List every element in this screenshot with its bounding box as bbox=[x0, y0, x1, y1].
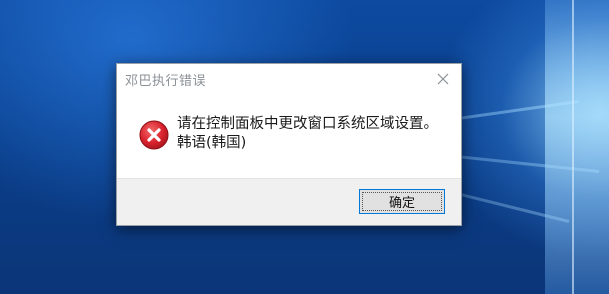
close-button[interactable] bbox=[433, 69, 453, 89]
ok-button[interactable]: 确定 bbox=[359, 189, 445, 214]
wallpaper-window-line bbox=[572, 0, 574, 294]
error-message-line2: 韩语(韩国) bbox=[177, 135, 247, 151]
error-message: 请在控制面板中更改窗口系统区域设置。 韩语(韩国) bbox=[177, 115, 438, 153]
wallpaper-window-glow bbox=[545, 0, 609, 294]
error-message-line1: 请在控制面板中更改窗口系统区域设置。 bbox=[177, 116, 438, 132]
error-dialog: 邓巴执行错误 请在控制面板中更改窗口系统区域设置。 韩语(韩国) 确定 bbox=[116, 63, 462, 226]
error-icon bbox=[139, 120, 169, 150]
close-icon bbox=[437, 73, 449, 85]
dialog-footer: 确定 bbox=[117, 178, 461, 225]
dialog-titlebar[interactable]: 邓巴执行错误 bbox=[117, 64, 461, 94]
dialog-content: 请在控制面板中更改窗口系统区域设置。 韩语(韩国) bbox=[117, 94, 461, 179]
dialog-title: 邓巴执行错误 bbox=[125, 74, 207, 89]
